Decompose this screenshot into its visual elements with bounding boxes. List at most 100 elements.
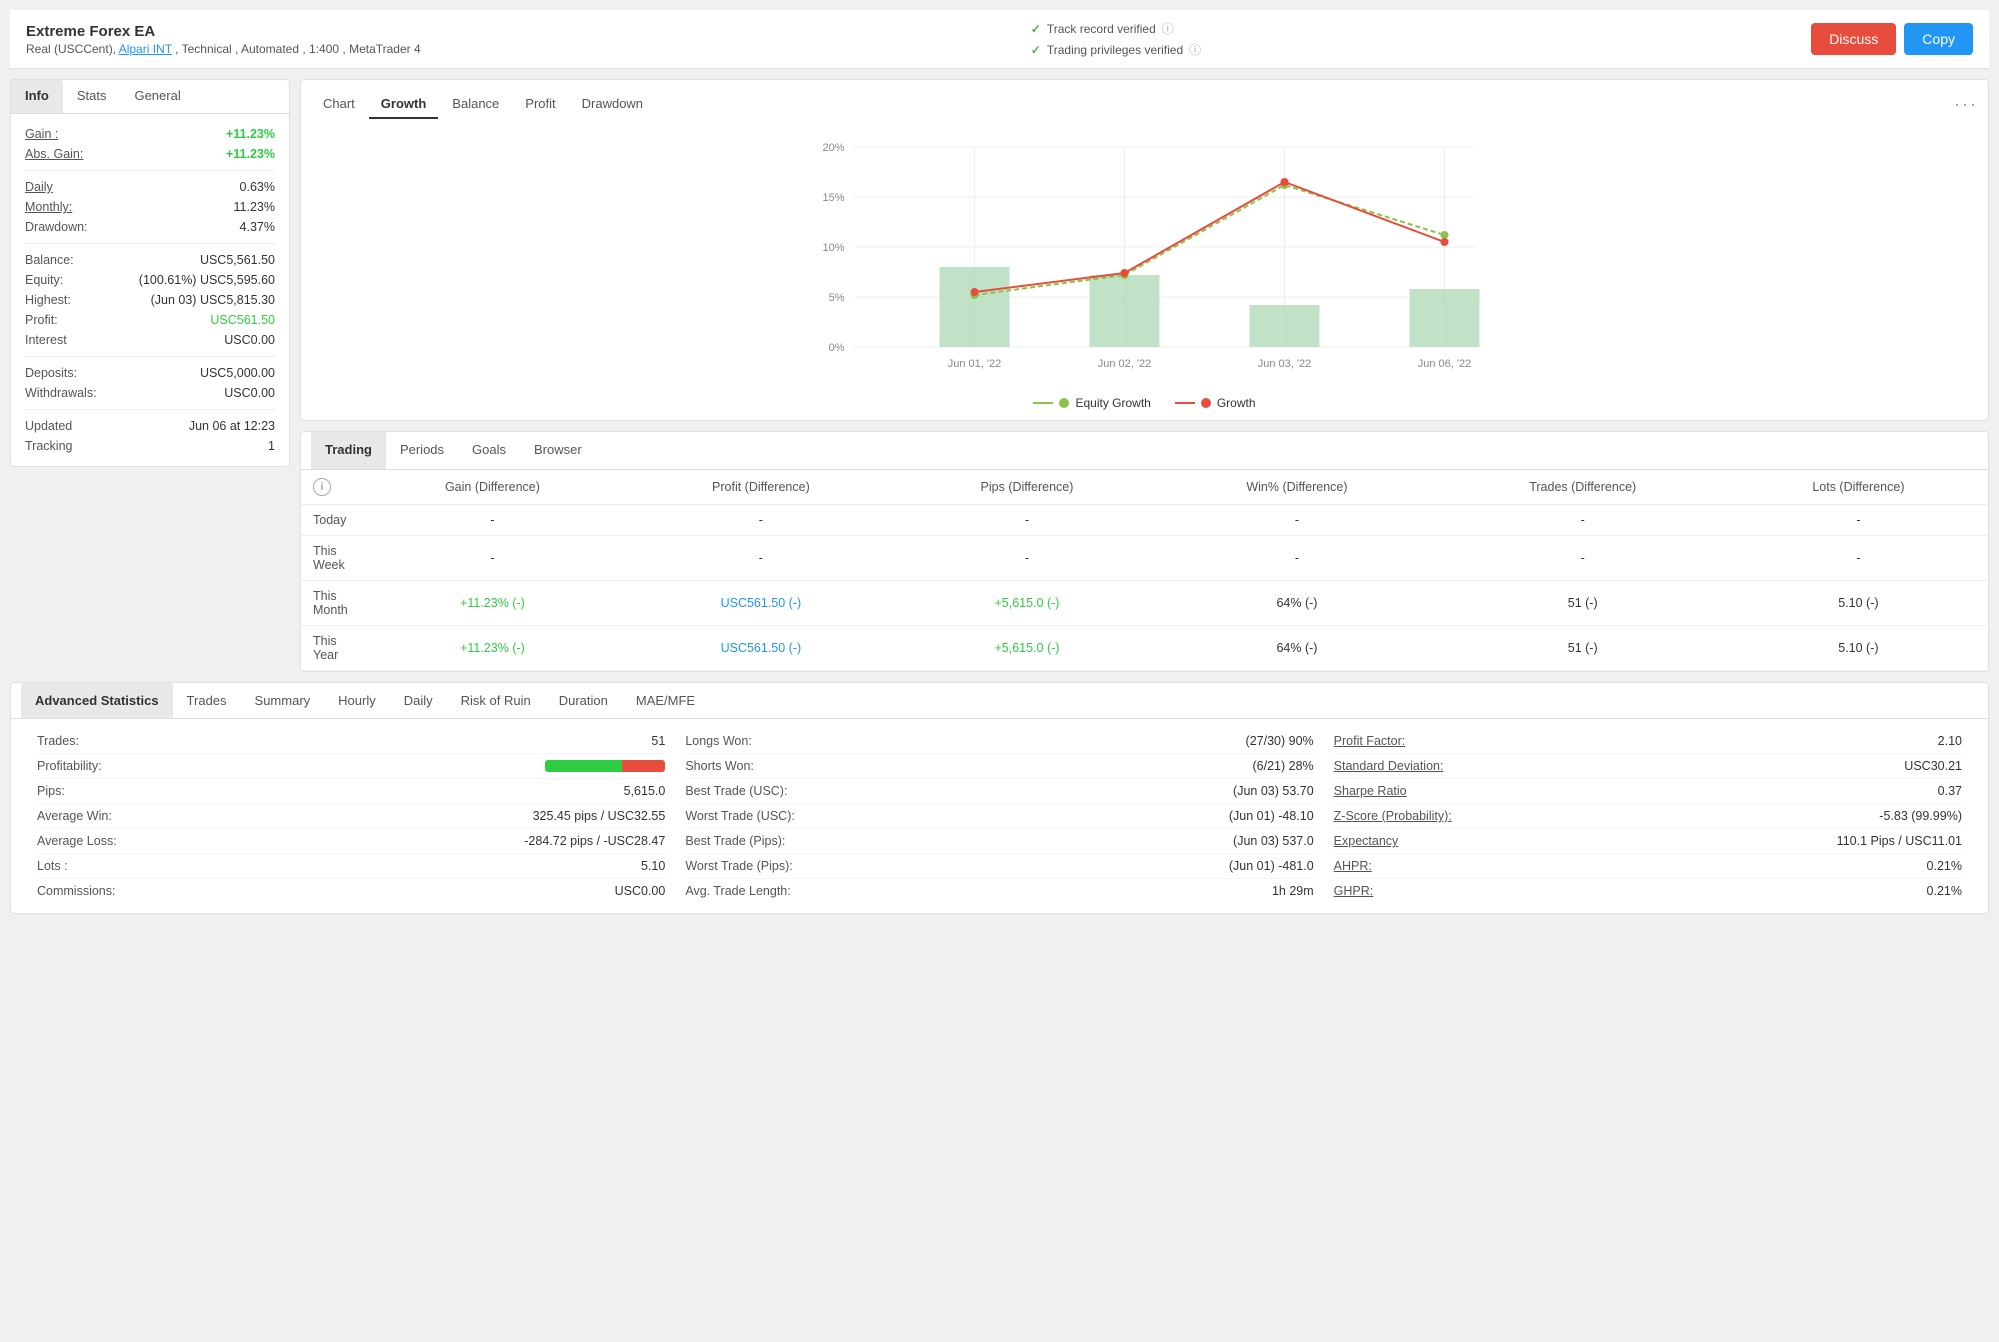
tab-stats[interactable]: Stats <box>63 80 121 113</box>
week-trades: - <box>1437 536 1729 581</box>
trading-tab-goals[interactable]: Goals <box>458 432 520 469</box>
col-header-pips: Pips (Difference) <box>897 470 1158 505</box>
trading-tab-trading[interactable]: Trading <box>311 432 386 469</box>
adv-tab-daily[interactable]: Daily <box>390 683 447 718</box>
table-row: This Month +11.23% (-) USC561.50 (-) +5,… <box>301 581 1988 626</box>
month-win: 64% (-) <box>1157 581 1436 626</box>
legend-equity-label: Equity Growth <box>1075 396 1150 410</box>
trading-tab-browser[interactable]: Browser <box>520 432 596 469</box>
adv-tab-advanced-statistics[interactable]: Advanced Statistics <box>21 683 173 718</box>
svg-text:Jun 01, '22: Jun 01, '22 <box>948 358 1001 370</box>
adv-avg-loss-value: -284.72 pips / -USC28.47 <box>524 834 665 848</box>
adv-longs-won-label: Longs Won: <box>685 734 751 748</box>
adv-tab-risk-of-ruin[interactable]: Risk of Ruin <box>447 683 545 718</box>
monthly-label: Monthly: <box>25 200 72 214</box>
equity-row: Equity: (100.61%) USC5,595.60 <box>25 270 275 290</box>
chart-tab-drawdown[interactable]: Drawdown <box>570 90 655 119</box>
year-lots: 5.10 (-) <box>1729 626 1988 671</box>
tab-info[interactable]: Info <box>11 80 63 113</box>
growth-chart-svg: 0% 5% 10% 15% 20% Jun 01, '22 Jun 02, '2… <box>311 127 1978 387</box>
table-info-icon[interactable]: i <box>313 478 331 496</box>
left-panel: Info Stats General Gain : +11.23% Abs. G… <box>10 79 290 682</box>
adv-best-trade-pips-row: Best Trade (Pips): (Jun 03) 537.0 <box>685 829 1313 854</box>
info-card: Info Stats General Gain : +11.23% Abs. G… <box>10 79 290 467</box>
tracking-row: Tracking 1 <box>25 436 275 456</box>
copy-button[interactable]: Copy <box>1904 23 1973 55</box>
adv-tab-mae-mfe[interactable]: MAE/MFE <box>622 683 709 718</box>
interest-label: Interest <box>25 333 67 347</box>
adv-sharpe-row: Sharpe Ratio 0.37 <box>1334 779 1962 804</box>
adv-profit-factor-row: Profit Factor: 2.10 <box>1334 729 1962 754</box>
adv-avg-win-row: Average Win: 325.45 pips / USC32.55 <box>37 804 665 829</box>
tab-general[interactable]: General <box>120 80 194 113</box>
legend-growth: Growth <box>1175 396 1256 410</box>
header: Extreme Forex EA Real (USCCent), Alpari … <box>10 10 1989 69</box>
adv-tab-hourly[interactable]: Hourly <box>324 683 390 718</box>
info-icon-2[interactable]: ⓘ <box>1189 41 1201 58</box>
chart-tab-growth[interactable]: Growth <box>369 90 439 119</box>
profit-value: USC561.50 <box>210 313 275 327</box>
adv-expectancy-row: Expectancy 110.1 Pips / USC11.01 <box>1334 829 1962 854</box>
adv-stats-content: Trades: 51 Profitability: Pips: 5,615.0 <box>11 719 1988 913</box>
chart-more-icon[interactable]: ··· <box>1954 94 1978 115</box>
abs-gain-value: +11.23% <box>226 147 275 161</box>
adv-best-trade-pips-value: (Jun 03) 537.0 <box>1233 834 1314 848</box>
chart-legend: Equity Growth Growth <box>311 396 1978 410</box>
gain-label: Gain : <box>25 127 58 141</box>
adv-zscore-label: Z-Score (Probability): <box>1334 809 1452 823</box>
year-profit: USC561.50 (-) <box>625 626 897 671</box>
col-header-empty: i <box>301 470 360 505</box>
discuss-button[interactable]: Discuss <box>1811 23 1896 55</box>
adv-tab-duration[interactable]: Duration <box>545 683 622 718</box>
col-header-lots: Lots (Difference) <box>1729 470 1988 505</box>
adv-expectancy-label: Expectancy <box>1334 834 1399 848</box>
adv-tab-summary[interactable]: Summary <box>241 683 325 718</box>
adv-worst-trade-pips-row: Worst Trade (Pips): (Jun 01) -481.0 <box>685 854 1313 879</box>
adv-profit-factor-label: Profit Factor: <box>1334 734 1406 748</box>
adv-trades-value: 51 <box>651 734 665 748</box>
adv-std-dev-label: Standard Deviation: <box>1334 759 1444 773</box>
month-gain: +11.23% (-) <box>360 581 625 626</box>
today-win: - <box>1157 505 1436 536</box>
adv-avg-trade-length-value: 1h 29m <box>1272 884 1314 898</box>
advanced-statistics-card: Advanced Statistics Trades Summary Hourl… <box>10 682 1989 914</box>
updated-value: Jun 06 at 12:23 <box>189 419 275 433</box>
adv-lots-row: Lots : 5.10 <box>37 854 665 879</box>
adv-tab-trades[interactable]: Trades <box>173 683 241 718</box>
stats-content: Gain : +11.23% Abs. Gain: +11.23% Daily … <box>11 114 289 466</box>
adv-commissions-value: USC0.00 <box>615 884 666 898</box>
year-pips: +5,615.0 (-) <box>897 626 1158 671</box>
updated-row: Updated Jun 06 at 12:23 <box>25 416 275 436</box>
period-this-month: This Month <box>301 581 360 626</box>
period-today: Today <box>301 505 360 536</box>
svg-text:5%: 5% <box>829 292 845 304</box>
adv-col-2: Longs Won: (27/30) 90% Shorts Won: (6/21… <box>675 729 1323 903</box>
broker-link[interactable]: Alpari INT <box>119 42 172 56</box>
adv-worst-trade-usc-value: (Jun 01) -48.10 <box>1229 809 1314 823</box>
equity-growth-dot-icon <box>1059 398 1069 408</box>
adv-ahpr-label: AHPR: <box>1334 859 1372 873</box>
drawdown-row: Drawdown: 4.37% <box>25 217 275 237</box>
deposits-value: USC5,000.00 <box>200 366 275 380</box>
adv-best-trade-usc-value: (Jun 03) 53.70 <box>1233 784 1314 798</box>
svg-text:Jun 02, '22: Jun 02, '22 <box>1098 358 1151 370</box>
adv-worst-trade-pips-label: Worst Trade (Pips): <box>685 859 792 873</box>
year-trades: 51 (-) <box>1437 626 1729 671</box>
info-icon-1[interactable]: ⓘ <box>1162 20 1174 37</box>
col-header-gain: Gain (Difference) <box>360 470 625 505</box>
gain-value: +11.23% <box>226 127 275 141</box>
col-header-trades: Trades (Difference) <box>1437 470 1729 505</box>
table-row: Today - - - - - - <box>301 505 1988 536</box>
chart-tab-chart[interactable]: Chart <box>311 90 367 119</box>
adv-longs-won-row: Longs Won: (27/30) 90% <box>685 729 1313 754</box>
deposits-row: Deposits: USC5,000.00 <box>25 363 275 383</box>
highest-value: (Jun 03) USC5,815.30 <box>151 293 275 307</box>
drawdown-label: Drawdown: <box>25 220 88 234</box>
svg-text:Jun 06, '22: Jun 06, '22 <box>1418 358 1471 370</box>
chart-tab-balance[interactable]: Balance <box>440 90 511 119</box>
svg-text:20%: 20% <box>822 142 844 154</box>
trading-tab-periods[interactable]: Periods <box>386 432 458 469</box>
chart-tab-profit[interactable]: Profit <box>513 90 567 119</box>
adv-lots-value: 5.10 <box>641 859 665 873</box>
today-gain: - <box>360 505 625 536</box>
